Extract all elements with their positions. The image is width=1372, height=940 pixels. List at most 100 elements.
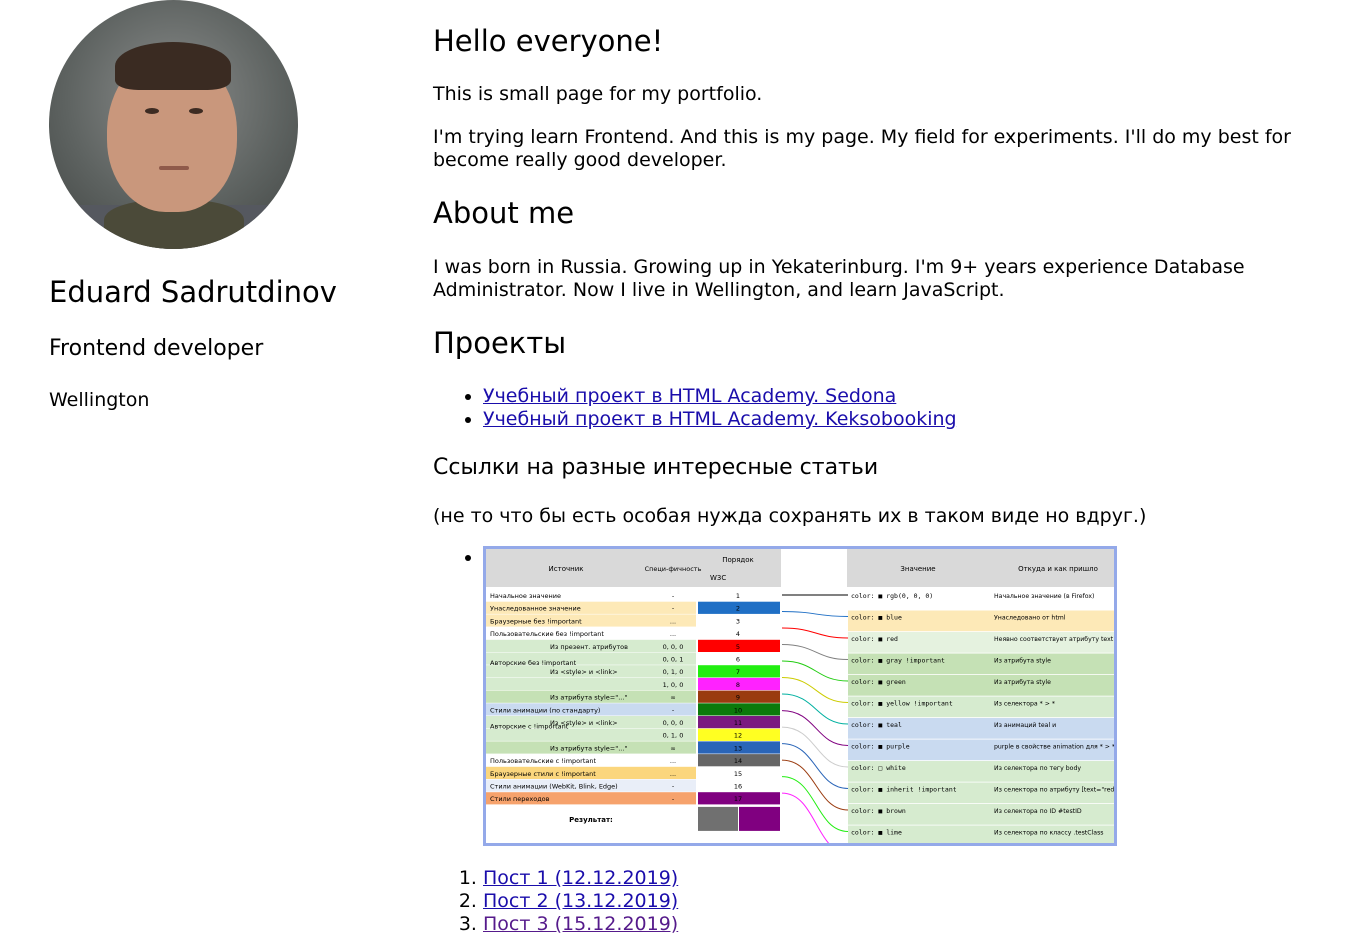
image-left-row-spec: ... [670,617,676,625]
image-right-origin: Из анимаций teal и [994,721,1056,729]
image-header-w3c: W3C [710,574,726,582]
image-left-row-label: Стили анимации (WebKit, Blink, Edge) [490,783,618,791]
image-right-origin: Неявно соответствует атрибуту text [994,635,1114,643]
hello-title: Hello everyone! [433,24,664,58]
about-title: About me [433,196,575,230]
image-right-origin: Из селектора * > * [994,701,1055,708]
css-cascade-diagram: Источник Специ-фичность Порядок W3C Значение… [486,549,1114,843]
image-left-row-spec: ... [670,630,676,638]
image-left-row-spec: 1, 0, 0 [663,681,684,689]
image-left-row-label: Пользовательские с !important [490,757,596,765]
image-right-value: color: ■ lime [851,829,902,837]
image-left-row-label: Из атрибута style="..." [550,694,627,702]
profile-role: Frontend developer [49,336,264,361]
image-left-row-spec: ∞ [670,694,675,702]
list-item: Пост 1 (12.12.2019) [483,867,678,890]
image-header-source: Источник [549,565,584,573]
image-order-w3c: 1 [736,592,740,600]
image-left-row-label: Унаследованное значение [490,605,581,613]
image-right-value: color: ■ gray !important [851,657,945,665]
image-right-value: color: ■ blue [851,614,902,622]
image-right-value: color: ■ purple [851,743,910,751]
image-right-value: color: ■ yellow !important [851,700,953,708]
profile-name: Eduard Sadrutdinov [49,275,337,309]
posts-list: Пост 1 (12.12.2019) Пост 2 (13.12.2019) … [433,867,678,936]
image-right-value: color: ■ brown [851,807,906,815]
links-note: (не то что бы есть особая нужда сохранят… [433,505,1147,527]
project-link-keksobooking[interactable]: Учебный проект в HTML Academy. Keksobook… [483,408,957,430]
image-right-origin: Из селектора по атрибуту [text="red"] [994,786,1114,794]
image-order-w3c: 12 [734,732,742,740]
image-left-row-spec: 0, 1, 0 [663,668,684,676]
image-order-w3c: 14 [734,757,742,765]
image-left-row-label: Из <style> и <link> [550,668,618,676]
project-link-sedona[interactable]: Учебный проект в HTML Academy. Sedona [483,385,896,407]
image-left-row-label: Начальное значение [490,592,561,600]
post-link-1[interactable]: Пост 1 (12.12.2019) [483,867,678,889]
image-order-w3c: 5 [736,643,740,651]
profile-sidebar: Eduard Sadrutdinov Frontend developer We… [49,0,379,411]
list-item: Пост 2 (13.12.2019) [483,890,678,913]
image-order-w3c: 6 [736,656,740,664]
avatar-hair [115,42,231,90]
image-gap [781,549,847,843]
list-item: Учебный проект в HTML Academy. Sedona [483,385,957,408]
image-header-origin: Откуда и как пришло [1018,565,1098,573]
image-result-label: Результат: [569,816,613,824]
image-right-value: color: ■ rgb(0, 0, 0) [851,592,933,600]
links-title: Ссылки на разные интересные статьи [433,455,879,480]
post-link-2[interactable]: Пост 2 (13.12.2019) [483,890,678,912]
avatar-eye-right [189,108,203,114]
image-order-w3c: 10 [734,706,742,714]
image-left-row-spec: 0, 1, 0 [663,732,684,740]
image-right-value: color: ■ green [851,678,906,686]
image-right-value: color: ■ teal [851,721,902,729]
post-link-3[interactable]: Пост 3 (15.12.2019) [483,913,678,935]
image-order-w3c: 8 [736,681,740,689]
image-order-w3c: 2 [736,605,740,613]
image-order-w3c: 15 [734,770,742,778]
image-right-value: color: ■ inherit !important [851,786,957,794]
avatar [49,0,298,249]
image-result-swatch-browsers [739,806,780,831]
image-order-w3c: 17 [734,795,742,803]
image-left-row-spec: ... [670,757,676,765]
image-list: Источник Специ-фичность Порядок W3C Значение… [433,546,1117,846]
image-header-order: Порядок [722,556,754,564]
image-header-specificity: Специ-фичность [645,565,702,573]
projects-list: Учебный проект в HTML Academy. Sedona Уч… [433,385,957,431]
image-left-row-label: Браузерные стили с !important [490,770,596,778]
image-order-w3c: 9 [736,694,740,702]
learning-text: I'm trying learn Frontend. And this is m… [433,126,1291,171]
image-left-row-label: Пользовательские без !important [490,630,604,638]
image-right-origin: purple в свойстве animation для * > * [994,743,1114,751]
image-left-row-spec: 0, 0, 0 [663,719,684,727]
image-left-row-spec: ... [670,770,676,778]
list-item: Пост 3 (15.12.2019) [483,913,678,936]
avatar-eye-left [145,108,159,114]
image-order-w3c: 7 [736,668,740,676]
image-left-row-spec: 0, 0, 1 [663,656,684,664]
image-order-w3c: 4 [736,630,740,638]
image-group-authors: Авторские без !important [490,659,577,667]
image-order-w3c: 11 [734,719,742,727]
list-item: Учебный проект в HTML Academy. Keksobook… [483,408,957,431]
image-right-value: color: □ white [851,764,906,772]
image-left-row-label: Стили переходов [490,795,550,803]
image-right-origin: Из атрибута style [994,657,1051,665]
image-right-origin: Из селектора по тегу body [994,765,1081,772]
image-right-origin: Унаследовано от html [994,615,1066,622]
image-header-value: Значение [900,565,935,573]
image-right-origin: Из атрибута style [994,678,1051,686]
image-right-origin: Из селектора по классу .testClass [994,830,1104,837]
image-order-w3c: 16 [734,783,742,791]
image-left-row-label: Стили анимации (по стандарту) [490,706,600,714]
image-result-swatch-w3c [698,806,738,831]
avatar-mouth [159,166,189,170]
about-text: I was born in Russia. Growing up in Yeka… [433,256,1245,301]
image-order-w3c: 13 [734,744,742,752]
image-left-row-spec: 0, 0, 0 [663,643,684,651]
image-right-origin: Начальное значение (в Firefox) [994,593,1094,600]
image-right-origin: Из селектора по ID #testID [994,808,1082,815]
css-cascade-image[interactable]: Источник Специ-фичность Порядок W3C Значение… [483,546,1117,846]
